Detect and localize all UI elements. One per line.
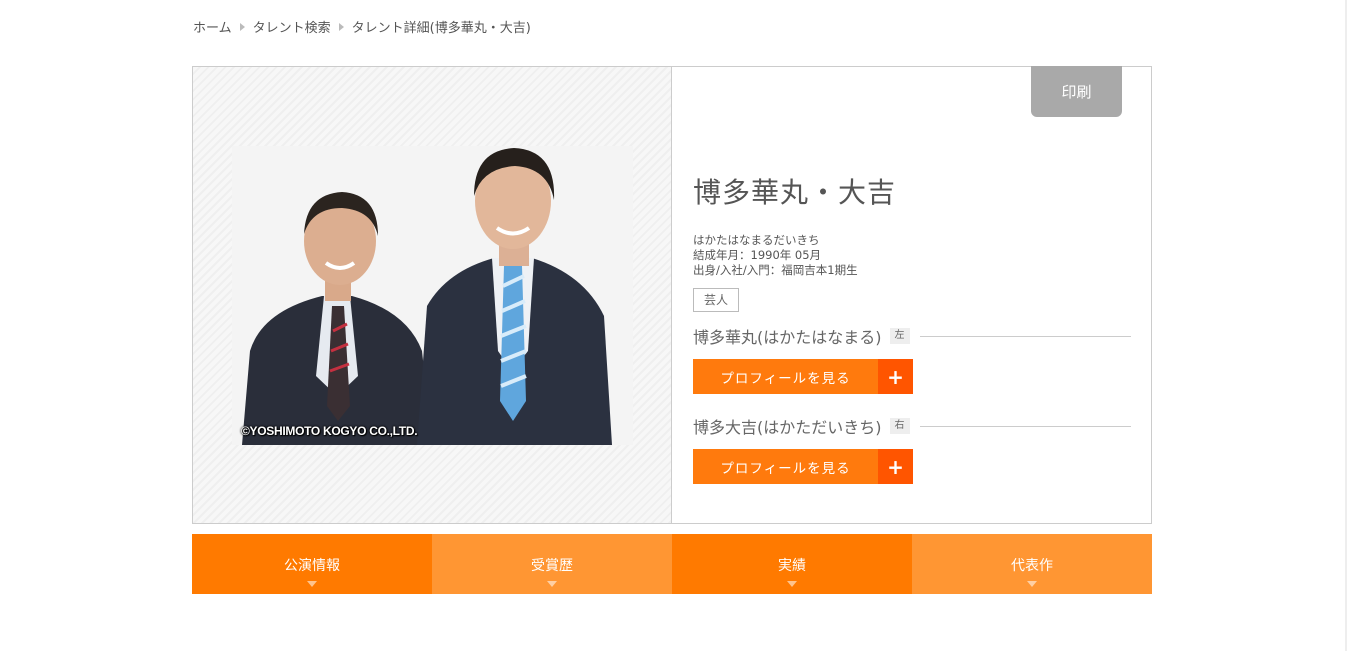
view-profile-button-daikichi[interactable]: プロフィールを見る +: [693, 449, 913, 484]
chevron-down-icon: [547, 581, 557, 587]
member-row-hanamaru: 博多華丸(はかたはなまる) 左: [693, 326, 1131, 347]
breadcrumb-arrow-icon: [338, 22, 344, 31]
member-name: 博多大吉(はかただいきち): [693, 418, 882, 437]
plus-icon: +: [878, 449, 913, 484]
view-profile-button-hanamaru[interactable]: プロフィールを見る +: [693, 359, 913, 394]
member-row-daikichi: 博多大吉(はかただいきち) 右: [693, 416, 1131, 437]
tab-label: 代表作: [1011, 558, 1053, 574]
print-button[interactable]: 印刷: [1031, 66, 1122, 117]
tab-label: 実績: [778, 558, 806, 574]
tab-achievements[interactable]: 実績: [672, 534, 912, 594]
talent-photo-illustration: [232, 146, 633, 445]
member-position-badge: 左: [889, 328, 910, 344]
view-profile-label: プロフィールを見る: [693, 359, 878, 394]
chevron-down-icon: [1027, 581, 1037, 587]
divider-line: [919, 425, 1131, 427]
talent-name: 博多華丸・大吉: [693, 176, 897, 209]
tab-representative-works[interactable]: 代表作: [912, 534, 1152, 594]
talent-meta: はかたはなまるだいきち 結成年月：1990年 05月 出身/入社/入門：福岡吉本…: [693, 233, 858, 278]
breadcrumb-arrow-icon: [239, 22, 245, 31]
category-tag: 芸人: [693, 288, 740, 312]
talent-detail-card: ©YOSHIMOTO KOGYO CO.,LTD. 印刷 博多華丸・大吉 はかた…: [192, 66, 1152, 524]
divider-line: [919, 335, 1131, 337]
plus-icon: +: [878, 359, 913, 394]
chevron-down-icon: [787, 581, 797, 587]
view-profile-label: プロフィールを見る: [693, 449, 878, 484]
chevron-down-icon: [307, 581, 317, 587]
member-name: 博多華丸(はかたはなまる): [693, 328, 882, 347]
photo-panel: ©YOSHIMOTO KOGYO CO.,LTD.: [193, 67, 672, 523]
tab-performances[interactable]: 公演情報: [192, 534, 432, 594]
talent-origin: 出身/入社/入門：福岡吉本1期生: [693, 263, 858, 277]
breadcrumb-home-link[interactable]: ホーム: [193, 17, 232, 36]
tab-label: 受賞歴: [531, 558, 573, 574]
talent-formed-date: 結成年月：1990年 05月: [693, 248, 822, 262]
tab-awards[interactable]: 受賞歴: [432, 534, 672, 594]
breadcrumb-current: タレント詳細(博多華丸・大吉): [351, 21, 531, 36]
section-tabs: 公演情報 受賞歴 実績 代表作: [192, 534, 1152, 594]
photo-copyright: ©YOSHIMOTO KOGYO CO.,LTD.: [241, 424, 418, 438]
breadcrumb-search-link[interactable]: タレント検索: [253, 17, 331, 36]
member-position-badge: 右: [889, 418, 910, 434]
tab-label: 公演情報: [284, 558, 340, 574]
talent-reading: はかたはなまるだいきち: [693, 233, 820, 247]
breadcrumb: ホーム タレント検索 タレント詳細(博多華丸・大吉): [193, 17, 531, 36]
talent-photo: ©YOSHIMOTO KOGYO CO.,LTD.: [232, 146, 633, 445]
